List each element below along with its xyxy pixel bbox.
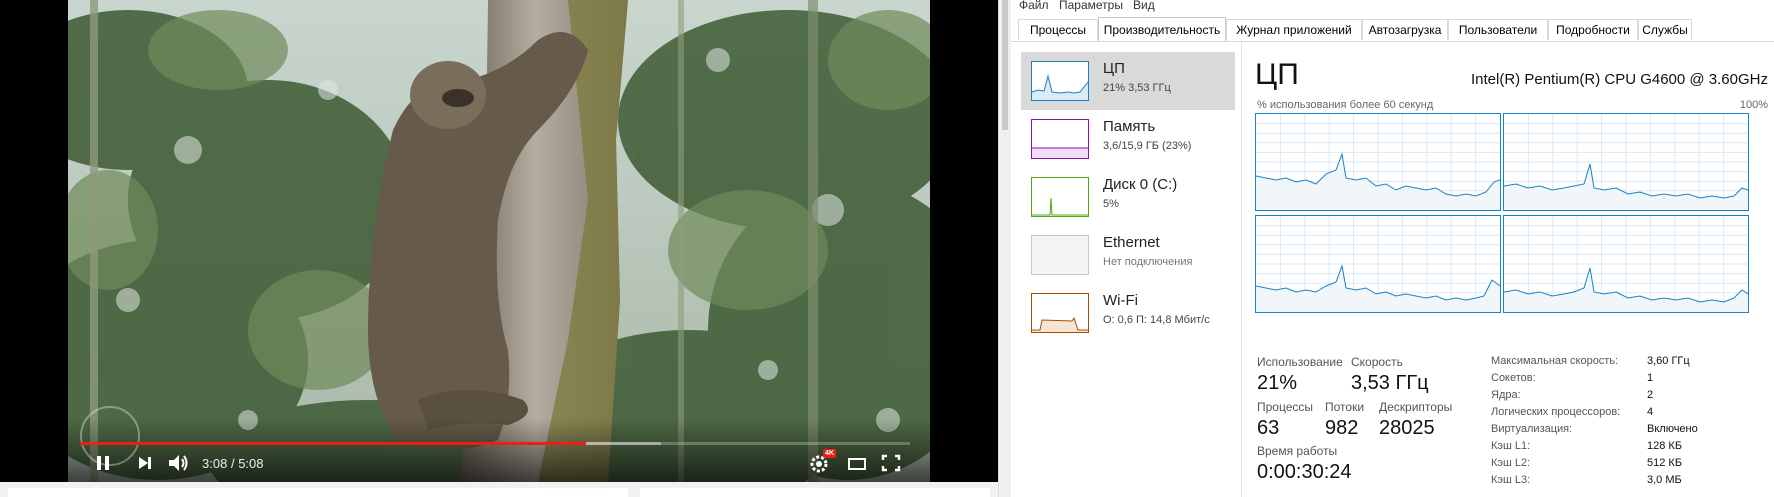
detail-label-sockets: Сокетов: xyxy=(1491,372,1536,384)
sidebar-item-subtitle: 5% xyxy=(1103,198,1119,210)
tab-users[interactable]: Пользователи xyxy=(1448,19,1548,40)
sidebar-item-subtitle: 3,6/15,9 ГБ (23%) xyxy=(1103,140,1192,152)
detail-label-max-speed: Максимальная скорость: xyxy=(1491,355,1619,367)
menu-file[interactable]: Файл xyxy=(1019,0,1049,12)
cpu-model: Intel(R) Pentium(R) CPU G4600 @ 3.60GHz xyxy=(1471,71,1768,88)
theater-mode-icon[interactable] xyxy=(846,452,868,474)
tab-performance[interactable]: Производительность xyxy=(1098,17,1226,41)
sidebar-item-cpu[interactable]: ЦП 21% 3,53 ГГц xyxy=(1021,52,1235,110)
graph-max-label: 100% xyxy=(1739,99,1768,111)
speed-label: Скорость xyxy=(1351,355,1403,369)
uptime-label: Время работы xyxy=(1257,444,1338,458)
detail-label-l2-cache: Кэш L2: xyxy=(1491,457,1531,469)
wifi-mini-graph xyxy=(1031,293,1089,333)
sidebar-item-ethernet[interactable]: Ethernet Нет подключения xyxy=(1021,226,1235,284)
sidebar-item-wifi[interactable]: Wi-Fi О: 0,6 П: 14,8 Мбит/с xyxy=(1021,284,1235,342)
core-graph-1 xyxy=(1255,113,1501,211)
page-strip-right xyxy=(640,488,990,497)
sidebar-item-title: Ethernet xyxy=(1103,234,1160,251)
sidebar-item-title: Память xyxy=(1103,118,1156,135)
menu-view[interactable]: Вид xyxy=(1133,0,1155,12)
detail-label-logical-processors: Логических процессоров: xyxy=(1491,406,1621,418)
settings-gear-icon[interactable]: 4K xyxy=(808,449,836,474)
threads-label: Потоки xyxy=(1325,400,1365,414)
speed-value: 3,53 ГГц xyxy=(1351,372,1429,394)
sidebar-item-disk[interactable]: Диск 0 (C:) 5% xyxy=(1021,168,1235,226)
uptime-value: 0:00:30:24 xyxy=(1257,461,1352,483)
threads-value: 982 xyxy=(1325,417,1359,439)
scrollbar-thumb[interactable] xyxy=(1002,0,1008,130)
played-bar xyxy=(80,442,587,445)
time-separator: / xyxy=(230,456,235,471)
menu-bar: Файл Параметры Вид xyxy=(1011,0,1774,14)
detail-label-cores: Ядра: xyxy=(1491,389,1521,401)
detail-value-cores: 2 xyxy=(1647,389,1654,401)
detail-value-virtualization: Включено xyxy=(1647,423,1698,435)
detail-label-virtualization: Виртуализация: xyxy=(1491,423,1573,435)
tab-processes[interactable]: Процессы xyxy=(1018,19,1098,40)
usage-value: 21% xyxy=(1257,372,1298,394)
cpu-detail-pane: ЦП Intel(R) Pentium(R) CPU G4600 @ 3.60G… xyxy=(1255,50,1771,497)
sidebar-item-title: Диск 0 (C:) xyxy=(1103,176,1178,193)
cpu-mini-graph xyxy=(1031,61,1089,101)
player-controls: 3:08 / 5:08 4K xyxy=(0,406,998,482)
menu-options[interactable]: Параметры xyxy=(1059,0,1123,12)
core-graph-4 xyxy=(1503,215,1749,313)
detail-value-l2-cache: 512 КБ xyxy=(1647,457,1683,469)
fullscreen-icon[interactable] xyxy=(880,452,902,474)
detail-value-l1-cache: 128 КБ xyxy=(1647,440,1683,452)
core-graph-3 xyxy=(1255,215,1501,313)
tab-services[interactable]: Службы xyxy=(1638,19,1692,40)
time-display: 3:08 / 5:08 xyxy=(202,456,264,471)
processes-label: Процессы xyxy=(1257,400,1314,414)
next-icon[interactable] xyxy=(136,452,154,474)
detail-value-max-speed: 3,60 ГГц xyxy=(1647,355,1690,367)
sidebar-item-title: ЦП xyxy=(1103,60,1125,77)
tab-startup[interactable]: Автозагрузка xyxy=(1362,19,1448,40)
pane-divider xyxy=(1241,42,1242,497)
memory-mini-graph xyxy=(1031,119,1089,159)
core-graph-2 xyxy=(1503,113,1749,211)
task-manager-window: Файл Параметры Вид Процессы Производител… xyxy=(1011,0,1774,497)
detail-value-logical-processors: 4 xyxy=(1647,406,1654,418)
disk-mini-graph xyxy=(1031,177,1089,217)
detail-value-sockets: 1 xyxy=(1647,372,1654,384)
cpu-core-graphs xyxy=(1255,113,1767,319)
sidebar-item-title: Wi-Fi xyxy=(1103,292,1138,309)
current-time: 3:08 xyxy=(202,456,228,471)
detail-label-l1-cache: Кэш L1: xyxy=(1491,440,1531,452)
sidebar-item-memory[interactable]: Память 3,6/15,9 ГБ (23%) xyxy=(1021,110,1235,168)
page-below-video xyxy=(0,482,998,497)
tab-bar: Процессы Производительность Журнал прило… xyxy=(1011,17,1774,42)
handles-value: 28025 xyxy=(1379,417,1435,439)
duration: 5:08 xyxy=(238,456,264,471)
detail-label-l3-cache: Кэш L3: xyxy=(1491,474,1531,486)
pause-icon[interactable] xyxy=(94,452,112,474)
ethernet-mini-graph xyxy=(1031,235,1089,275)
sidebar-item-subtitle: Нет подключения xyxy=(1103,256,1193,268)
video-player[interactable]: 3:08 / 5:08 4K xyxy=(0,0,998,482)
detail-value-l3-cache: 3,0 МБ xyxy=(1647,474,1682,486)
page-title: ЦП xyxy=(1255,58,1299,91)
processes-value: 63 xyxy=(1257,417,1280,439)
progress-bar[interactable] xyxy=(80,442,910,445)
handles-label: Дескрипторы xyxy=(1379,400,1453,414)
graph-caption: % использования более 60 секунд xyxy=(1257,99,1434,111)
volume-icon[interactable] xyxy=(167,452,191,474)
tab-details[interactable]: Подробности xyxy=(1548,19,1638,40)
scrollbar[interactable] xyxy=(998,0,1011,497)
tab-app-history[interactable]: Журнал приложений xyxy=(1226,19,1362,40)
video-frame-image[interactable] xyxy=(68,0,930,482)
sidebar-item-subtitle: О: 0,6 П: 14,8 Мбит/с xyxy=(1103,314,1210,326)
usage-label: Использование xyxy=(1257,355,1343,369)
sidebar-item-subtitle: 21% 3,53 ГГц xyxy=(1103,82,1171,94)
quality-badge: 4K xyxy=(823,449,836,458)
resource-sidebar: ЦП 21% 3,53 ГГц Память 3,6/15,9 ГБ (23%)… xyxy=(1021,52,1235,497)
page-strip-left xyxy=(8,488,628,497)
